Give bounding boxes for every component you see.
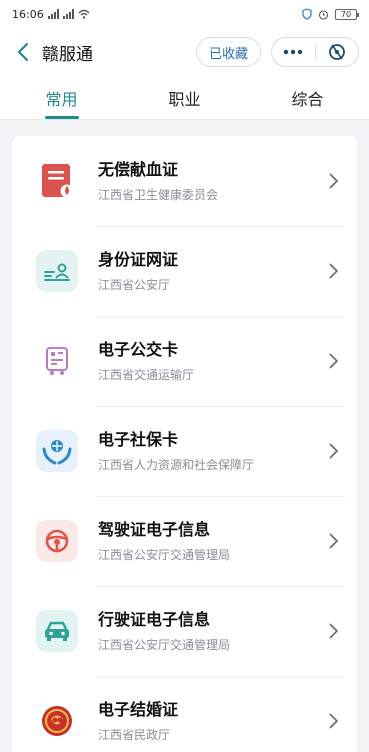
item-subtitle: 江西省卫生健康委员会 [98,188,219,202]
item-subtitle: 江西省民政厅 [98,728,171,742]
signal-icon [47,9,59,19]
item-title: 行驶证电子信息 [98,610,211,629]
bus-card-icon [36,340,78,382]
chevron-right-icon [325,173,341,189]
id-card-icon [36,250,78,292]
close-circle-icon [328,44,345,60]
list-item-driver-license[interactable]: 驾驶证电子信息 江西省公安厅交通管理局 [12,496,357,586]
more-button[interactable] [272,38,315,66]
item-title: 驾驶证电子信息 [98,520,211,539]
list-item-bus-card[interactable]: 电子公交卡 江西省交通运输厅 [12,316,357,406]
shield-icon [302,8,312,20]
chevron-right-icon [325,623,341,639]
tab-common[interactable]: 常用 [0,76,123,119]
favorite-button[interactable]: 已收藏 [195,37,261,67]
chevron-left-icon [17,42,29,62]
status-time: 16:06 [12,7,44,21]
item-title: 电子社保卡 [98,430,179,449]
item-title: 身份证网证 [98,250,179,269]
status-bar: 16:06 70 [0,0,369,28]
wifi-icon [78,9,90,19]
car-icon [36,610,78,652]
list-item-social-security[interactable]: 电子社保卡 江西省人力资源和社会保障厅 [12,406,357,496]
item-subtitle: 江西省公安厅 [98,278,171,292]
chevron-right-icon [325,263,341,279]
chevron-right-icon [325,353,341,369]
nav-bar: 赣服通 已收藏 [0,28,369,76]
page-title: 赣服通 [42,44,93,65]
signal-icon [62,9,74,19]
item-subtitle: 江西省人力资源和社会保障厅 [98,458,255,472]
tab-general[interactable]: 综合 [246,76,369,119]
chevron-right-icon [325,533,341,549]
mini-program-capsule [271,37,359,67]
certificate-list: 无偿献血证 江西省卫生健康委员会 身份证网证 江西省公安厅 电子公交卡 江西省交… [12,136,357,752]
back-button[interactable] [12,41,34,63]
chevron-right-icon [325,443,341,459]
social-security-icon [36,430,78,472]
item-subtitle: 江西省交通运输厅 [98,368,195,382]
chevron-right-icon [325,713,341,729]
item-subtitle: 江西省公安厅交通管理局 [98,638,231,652]
list-item-marriage-certificate[interactable]: 电子结婚证 江西省民政厅 [12,676,357,752]
list-item-vehicle-license[interactable]: 行驶证电子信息 江西省公安厅交通管理局 [12,586,357,676]
item-subtitle: 江西省公安厅交通管理局 [98,548,231,562]
list-item-id-card[interactable]: 身份证网证 江西省公安厅 [12,226,357,316]
item-title: 电子结婚证 [98,700,179,719]
marriage-emblem-icon [36,700,78,742]
item-title: 电子公交卡 [98,340,179,359]
list-item-blood-donation[interactable]: 无偿献血证 江西省卫生健康委员会 [12,136,357,226]
item-title: 无偿献血证 [98,160,179,179]
close-button[interactable] [316,38,359,66]
category-tabs: 常用 职业 综合 [0,76,369,120]
tab-occupation[interactable]: 职业 [123,76,246,119]
more-dots-icon [284,49,303,55]
battery-icon: 70 [335,8,359,20]
steering-wheel-icon [36,520,78,562]
alarm-icon [318,9,329,20]
blood-donation-icon [36,160,78,202]
